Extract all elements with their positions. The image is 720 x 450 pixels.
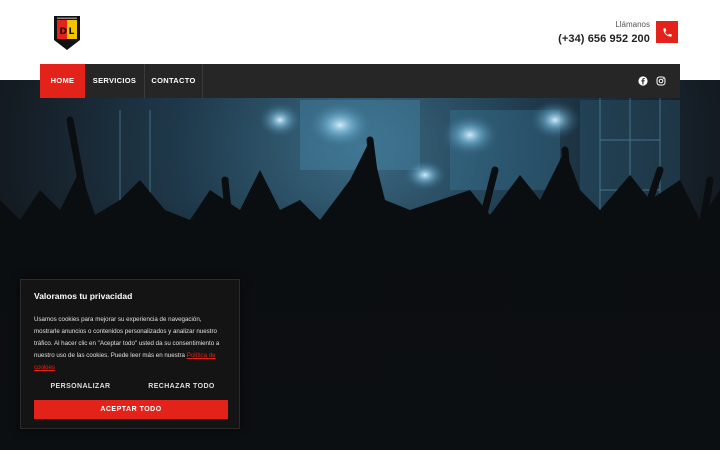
facebook-icon[interactable] xyxy=(638,76,648,86)
accept-all-button[interactable]: ACEPTAR TODO xyxy=(34,400,228,419)
cookie-description: Usamos cookies para mejorar su experienc… xyxy=(34,314,226,374)
cookie-secondary-actions: PERSONALIZAR RECHAZAR TODO xyxy=(34,380,228,394)
svg-text:L: L xyxy=(69,27,75,37)
svg-text:D: D xyxy=(60,27,67,37)
phone-number[interactable]: (+34) 656 952 200 xyxy=(558,33,650,45)
nav-item-servicios[interactable]: SERVICIOS xyxy=(85,64,145,98)
cookie-consent-modal: Valoramos tu privacidad Usamos cookies p… xyxy=(20,279,240,429)
phone-caption: Llámanos xyxy=(615,20,650,29)
reject-all-button[interactable]: RECHAZAR TODO xyxy=(135,380,228,394)
nav-item-contacto[interactable]: CONTACTO xyxy=(145,64,203,98)
phone-icon xyxy=(662,27,672,37)
phone-info: Llámanos (+34) 656 952 200 xyxy=(558,19,650,45)
cookie-title: Valoramos tu privacidad xyxy=(34,291,133,301)
phone-button[interactable] xyxy=(656,21,678,43)
nav-item-home[interactable]: HOME xyxy=(40,64,85,98)
main-nav: HOME SERVICIOS CONTACTO xyxy=(40,64,680,98)
customize-button[interactable]: PERSONALIZAR xyxy=(34,380,127,394)
logo[interactable]: D L xyxy=(53,13,81,52)
instagram-icon[interactable] xyxy=(656,76,666,86)
